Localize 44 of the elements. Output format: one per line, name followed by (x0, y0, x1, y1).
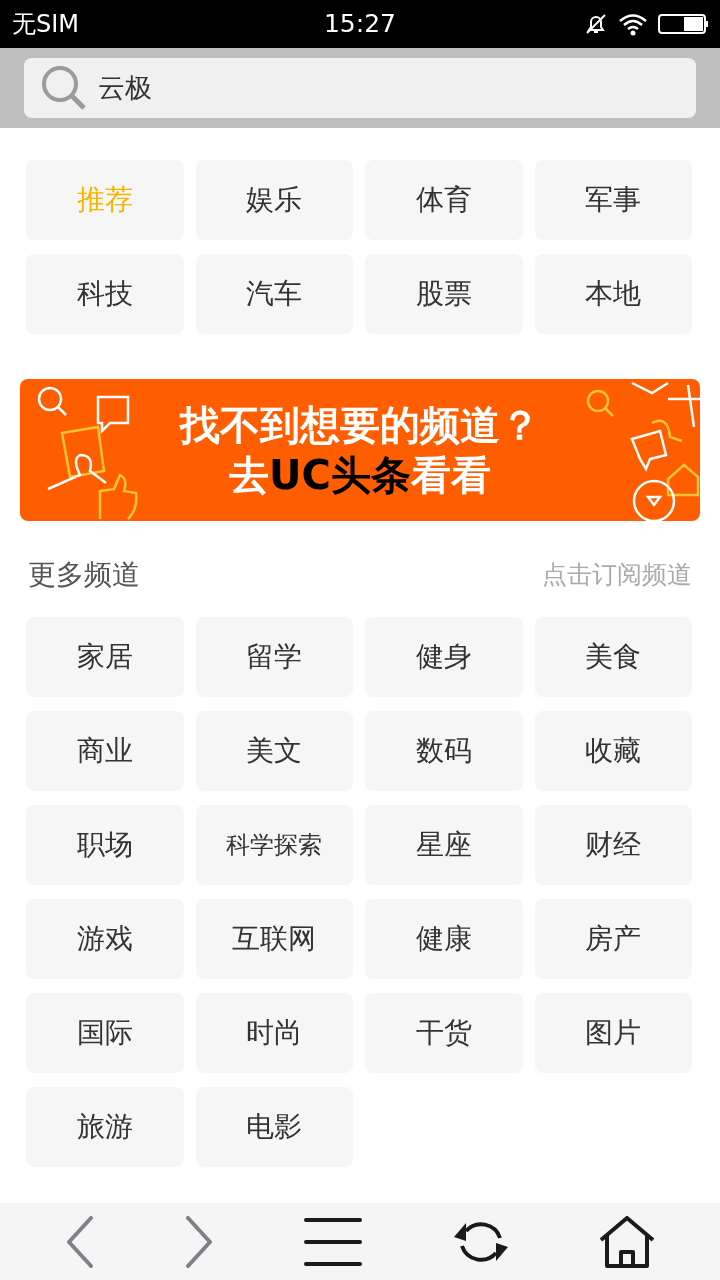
channel-tile[interactable]: 收藏 (534, 711, 692, 791)
channel-tile[interactable]: 国际 (26, 993, 184, 1073)
channel-tile[interactable]: 汽车 (195, 254, 353, 334)
channel-tile[interactable]: 家居 (26, 617, 184, 697)
channel-tile[interactable]: 留学 (195, 617, 353, 697)
section-title: 更多频道 (28, 557, 140, 593)
channel-tile[interactable]: 财经 (534, 805, 692, 885)
channel-tile[interactable]: 星座 (365, 805, 523, 885)
channel-tile[interactable]: 数码 (365, 711, 523, 791)
channel-tile[interactable]: 干货 (365, 993, 523, 1073)
search-field[interactable]: 云极 (24, 58, 696, 118)
channel-tile[interactable]: 健身 (365, 617, 523, 697)
menu-icon[interactable] (302, 1215, 363, 1268)
channel-tile[interactable]: 股票 (365, 254, 523, 334)
search-icon (40, 64, 88, 112)
carrier-text: 无SIM (12, 9, 81, 40)
channel-tile[interactable]: 体育 (365, 160, 523, 240)
channel-tile[interactable]: 本地 (534, 254, 692, 334)
banner-headline: 找不到想要的频道？ (180, 401, 540, 450)
channel-tile[interactable]: 游戏 (26, 899, 184, 979)
channel-tile[interactable]: 时尚 (195, 993, 353, 1073)
home-icon[interactable] (599, 1215, 656, 1268)
battery-icon (658, 12, 708, 36)
channel-tile[interactable]: 职场 (26, 805, 184, 885)
channel-tile[interactable]: 美食 (534, 617, 692, 697)
channel-tile[interactable]: 图片 (534, 993, 692, 1073)
muted-bell-icon (584, 12, 608, 36)
wifi-icon (618, 12, 648, 36)
channel-tile[interactable]: 军事 (534, 160, 692, 240)
channel-tile[interactable]: 互联网 (195, 899, 353, 979)
channel-tile[interactable]: 娱乐 (195, 160, 353, 240)
search-query-text: 云极 (98, 70, 152, 105)
channel-tile[interactable]: 健康 (365, 899, 523, 979)
channel-tile[interactable]: 电影 (195, 1087, 353, 1167)
channel-tile[interactable]: 科学探索 (195, 805, 353, 885)
channel-tile[interactable]: 科技 (26, 254, 184, 334)
subscribe-hint: 点击订阅频道 (542, 559, 692, 592)
channel-tile[interactable]: 商业 (26, 711, 184, 791)
banner-subline: 去UC头条看看 (229, 451, 491, 500)
channel-tile[interactable]: 旅游 (26, 1087, 184, 1167)
promo-banner[interactable]: 找不到想要的频道？ 去UC头条看看 (20, 379, 700, 521)
clock-text: 15:27 (323, 8, 396, 41)
channel-tile[interactable]: 美文 (195, 711, 353, 791)
channel-tile[interactable]: 房产 (534, 899, 692, 979)
